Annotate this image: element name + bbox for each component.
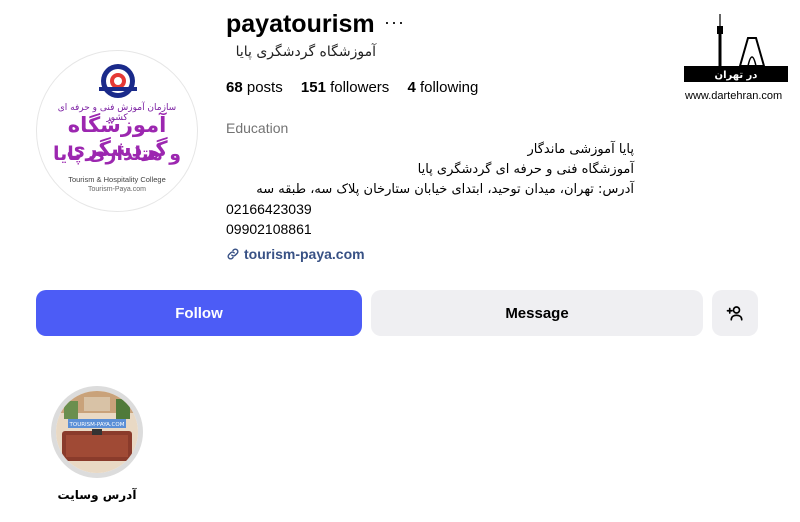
bio-line-3: آدرس: تهران، میدان توحید، ابتدای خیابان … bbox=[256, 182, 634, 197]
avatar-english-url: Tourism-Paya.com bbox=[88, 186, 146, 193]
watermark-text: در تهران bbox=[715, 70, 758, 81]
highlight-label[interactable]: آدرس وسایت bbox=[46, 488, 148, 502]
posts-count: 68 bbox=[226, 79, 243, 96]
followers-stat[interactable]: 151 followers bbox=[301, 79, 394, 96]
org-logo-icon bbox=[99, 64, 137, 98]
profile-category: Education bbox=[226, 120, 289, 136]
following-stat[interactable]: 4 following bbox=[407, 79, 478, 96]
phone-number-2: 09902108861 bbox=[226, 221, 312, 237]
watermark-url: www.dartehran.com bbox=[685, 90, 783, 102]
message-button[interactable]: Message bbox=[371, 290, 703, 336]
suggest-users-button[interactable] bbox=[712, 290, 758, 336]
website-link[interactable]: tourism-paya.com bbox=[226, 246, 365, 262]
story-highlight-thumbnail[interactable]: TOURISM-PAYA.COM bbox=[56, 391, 138, 473]
bio-line-2: آموزشگاه فنی و حرفه ای گردشگری پایا bbox=[417, 162, 634, 177]
full-name: آموزشگاه گردشگری پایا bbox=[235, 44, 376, 60]
highlight-thumb-text: TOURISM-PAYA.COM bbox=[69, 422, 125, 428]
more-horizontal-icon[interactable]: ··· bbox=[384, 12, 405, 33]
posts-label: posts bbox=[246, 79, 283, 96]
following-count: 4 bbox=[407, 79, 416, 96]
highlight-suitcase-image: TOURISM-PAYA.COM bbox=[56, 391, 138, 473]
link-icon bbox=[227, 248, 239, 260]
username: payatourism bbox=[226, 10, 375, 38]
posts-stat: 68 posts bbox=[226, 79, 287, 96]
website-text: tourism-paya.com bbox=[244, 246, 365, 262]
followers-label: followers bbox=[330, 79, 390, 96]
add-user-icon bbox=[726, 306, 743, 321]
bio-line-1: پایا آموزشی ماندگار bbox=[527, 142, 634, 157]
followers-count: 151 bbox=[300, 79, 326, 96]
phone-number-1: 02166423039 bbox=[226, 201, 312, 217]
avatar-english-name: Tourism & Hospitality College bbox=[68, 175, 166, 184]
profile-avatar[interactable]: سازمان آموزش فنی و حرفه ای کشور آموزشگاه… bbox=[36, 50, 198, 212]
avatar-title-line2: و هتلداری پایا bbox=[52, 143, 182, 165]
following-label: following bbox=[419, 79, 479, 96]
follow-button[interactable]: Follow bbox=[36, 290, 362, 336]
profile-stats: 68 posts 151 followers 4 following bbox=[226, 79, 492, 96]
